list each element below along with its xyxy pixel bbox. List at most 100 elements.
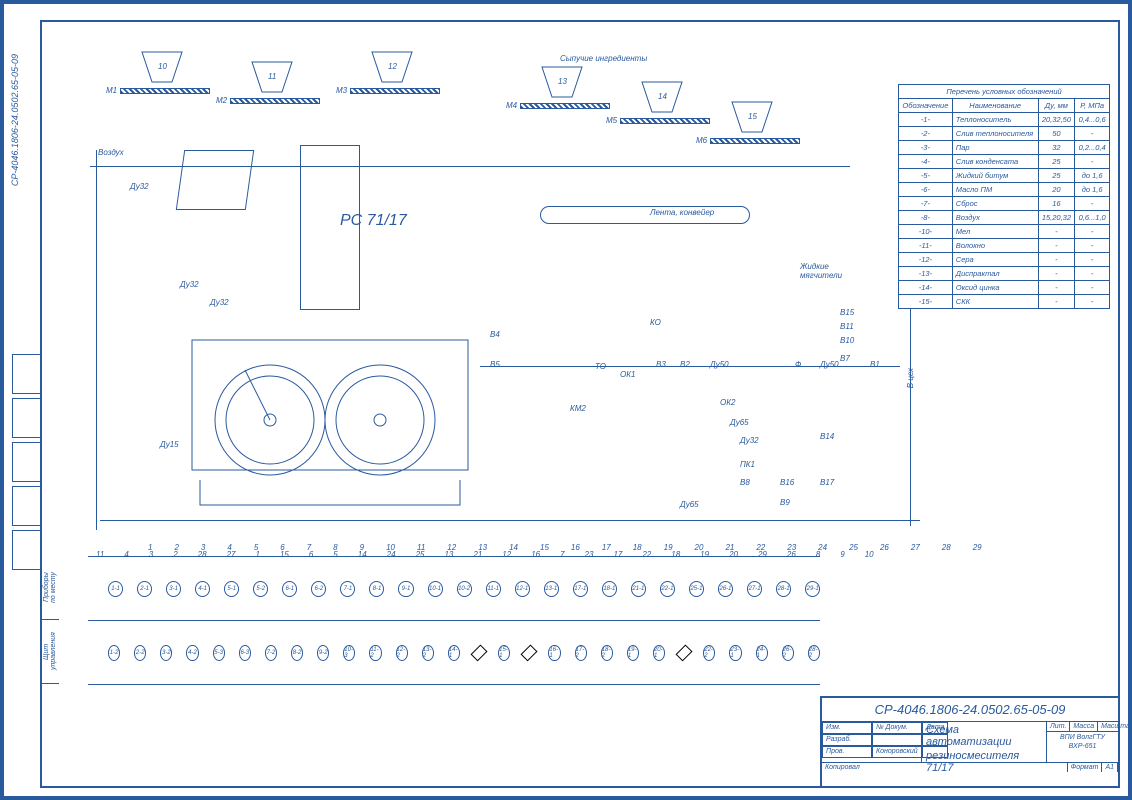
screw-conveyor-15 xyxy=(710,138,800,144)
legend-cell: Теплоноситель xyxy=(952,113,1038,127)
legend-cell: - xyxy=(1075,225,1110,239)
instrument-10-3: 10-3 xyxy=(343,645,355,661)
feed-chute xyxy=(300,145,360,310)
instrument-28-1: 28-1 xyxy=(776,581,791,597)
legend-cell: 20,32,50 xyxy=(1038,113,1075,127)
legend-cell: Воздух xyxy=(952,211,1038,225)
col-num: 12 xyxy=(447,543,456,552)
format-label: Формат xyxy=(1068,763,1103,772)
col-num: 9 xyxy=(360,543,364,552)
col-num: 18 xyxy=(633,543,642,552)
legend-cell: - xyxy=(1075,239,1110,253)
col-num: 16 xyxy=(571,543,580,552)
instrument-27-1: 27-1 xyxy=(747,581,762,597)
legend-title: Перечень условных обозначений xyxy=(899,85,1110,99)
valve-icon xyxy=(474,646,484,660)
instrument-1-2: 1-2 xyxy=(108,645,120,661)
tb-razrab: Разраб. xyxy=(822,734,872,746)
instrument-6-2: 6-2 xyxy=(311,581,326,597)
instrument-band: Приборы по месту Щит управления 12345678… xyxy=(40,556,1120,686)
instrument-13-2: 13-2 xyxy=(422,645,434,661)
legend-cell: -12- xyxy=(899,253,953,267)
col-num: 15 xyxy=(540,543,549,552)
col-num: 6 xyxy=(280,543,284,552)
v9-tag: В9 xyxy=(780,498,790,507)
instrument-26-2: 26-2 xyxy=(782,645,794,661)
du50: Ду50 xyxy=(710,360,729,369)
legend-cell: Диспрактал xyxy=(952,267,1038,281)
rubber-mixer xyxy=(190,310,470,510)
legend-cell: - xyxy=(1075,267,1110,281)
instrument-22-1: 22-1 xyxy=(660,581,675,597)
col-num: 26 xyxy=(880,543,889,552)
legend-cell: Сера xyxy=(952,253,1038,267)
du65: Ду65 xyxy=(730,418,749,427)
doc-number: СР-4046.1806-24.0502.65-05-09 xyxy=(822,698,1118,722)
legend-cell: 16 xyxy=(1038,197,1075,211)
legend-cell: 50 xyxy=(1038,127,1075,141)
instrument-10-1: 10-1 xyxy=(428,581,443,597)
v17-tag: В17 xyxy=(820,478,834,487)
col-num: 2 xyxy=(174,543,178,552)
v11-tag: В11 xyxy=(840,322,854,331)
instrument-16-1: 16-1 xyxy=(548,645,560,661)
instrument-12-1: 12-1 xyxy=(515,581,530,597)
instrument-2-1: 2-1 xyxy=(137,581,152,597)
band-label-2: Щит управления xyxy=(40,620,59,684)
legend-cell: - xyxy=(1075,281,1110,295)
legend-cell: -4- xyxy=(899,155,953,169)
schematic-area: Сыпучие ингредиенты 10М111М212М313М414М5… xyxy=(40,20,948,580)
col-num: 7 xyxy=(307,543,311,552)
legend-table: Перечень условных обозначений Обозначени… xyxy=(898,84,1110,309)
screw-conveyor-14 xyxy=(620,118,710,124)
legend-cell: -1- xyxy=(899,113,953,127)
legend-cell: 32 xyxy=(1038,141,1075,155)
col-num: 1 xyxy=(148,543,152,552)
col-num: 17 xyxy=(602,543,611,552)
panel-instruments-row: 1-22-23-24-25-36-37-28-29-210-311-212-21… xyxy=(88,621,820,685)
du32-a: Ду32 xyxy=(130,182,149,191)
legend-cell: 15,20,32 xyxy=(1038,211,1075,225)
v8-tag: В8 xyxy=(740,478,750,487)
legend-cell: -3- xyxy=(899,141,953,155)
col-num: 24 xyxy=(818,543,827,552)
legend-cell: - xyxy=(1038,267,1075,281)
col-num: 27 xyxy=(911,543,920,552)
v3-tag: В3 xyxy=(656,360,666,369)
legend-cell: Волокно xyxy=(952,239,1038,253)
instrument-23-1: 23-1 xyxy=(729,645,741,661)
pipe-left xyxy=(96,150,97,530)
legend-cell: - xyxy=(1075,155,1110,169)
air-label: Воздух xyxy=(98,148,124,157)
col-num: 19 xyxy=(664,543,673,552)
column-numbers: 1234567891011121314151617181920212223242… xyxy=(88,543,982,552)
air-chamber xyxy=(176,150,254,210)
legend-cell: - xyxy=(1075,253,1110,267)
legend-cell: -14- xyxy=(899,281,953,295)
v15-tag: В15 xyxy=(840,308,854,317)
hopper-label-11: 11 xyxy=(268,72,276,81)
col-num: 20 xyxy=(695,543,704,552)
group: ВХР-651 xyxy=(1047,743,1118,750)
col-num: 5 xyxy=(254,543,258,552)
instrument-28-2: 28-2 xyxy=(808,645,820,661)
instrument-26-1: 26-1 xyxy=(718,581,733,597)
legend-cell: Слив теплоносителя xyxy=(952,127,1038,141)
f-tag: Ф xyxy=(795,360,801,369)
side-doc-number: СР-4046.1806-24.0502.65-05-09 xyxy=(10,54,20,186)
legend-cell: 25 xyxy=(1038,169,1075,183)
instrument-17-2: 17-2 xyxy=(575,645,587,661)
hopper-label-12: 12 xyxy=(388,62,397,71)
pipe-bottom xyxy=(100,520,920,521)
du32-b: Ду32 xyxy=(180,280,199,289)
col-num: 22 xyxy=(756,543,765,552)
du50-b: Ду50 xyxy=(820,360,839,369)
legend-cell: -6- xyxy=(899,183,953,197)
v10-tag: В10 xyxy=(840,336,854,345)
conveyor-tag-1: М1 xyxy=(106,86,117,95)
legend-cell: 0,6...1,0 xyxy=(1075,211,1110,225)
ok2-tag: ОК2 xyxy=(720,398,735,407)
legend-cell: -7- xyxy=(899,197,953,211)
belt-conveyor xyxy=(540,206,750,224)
du65-b: Ду65 xyxy=(680,500,699,509)
